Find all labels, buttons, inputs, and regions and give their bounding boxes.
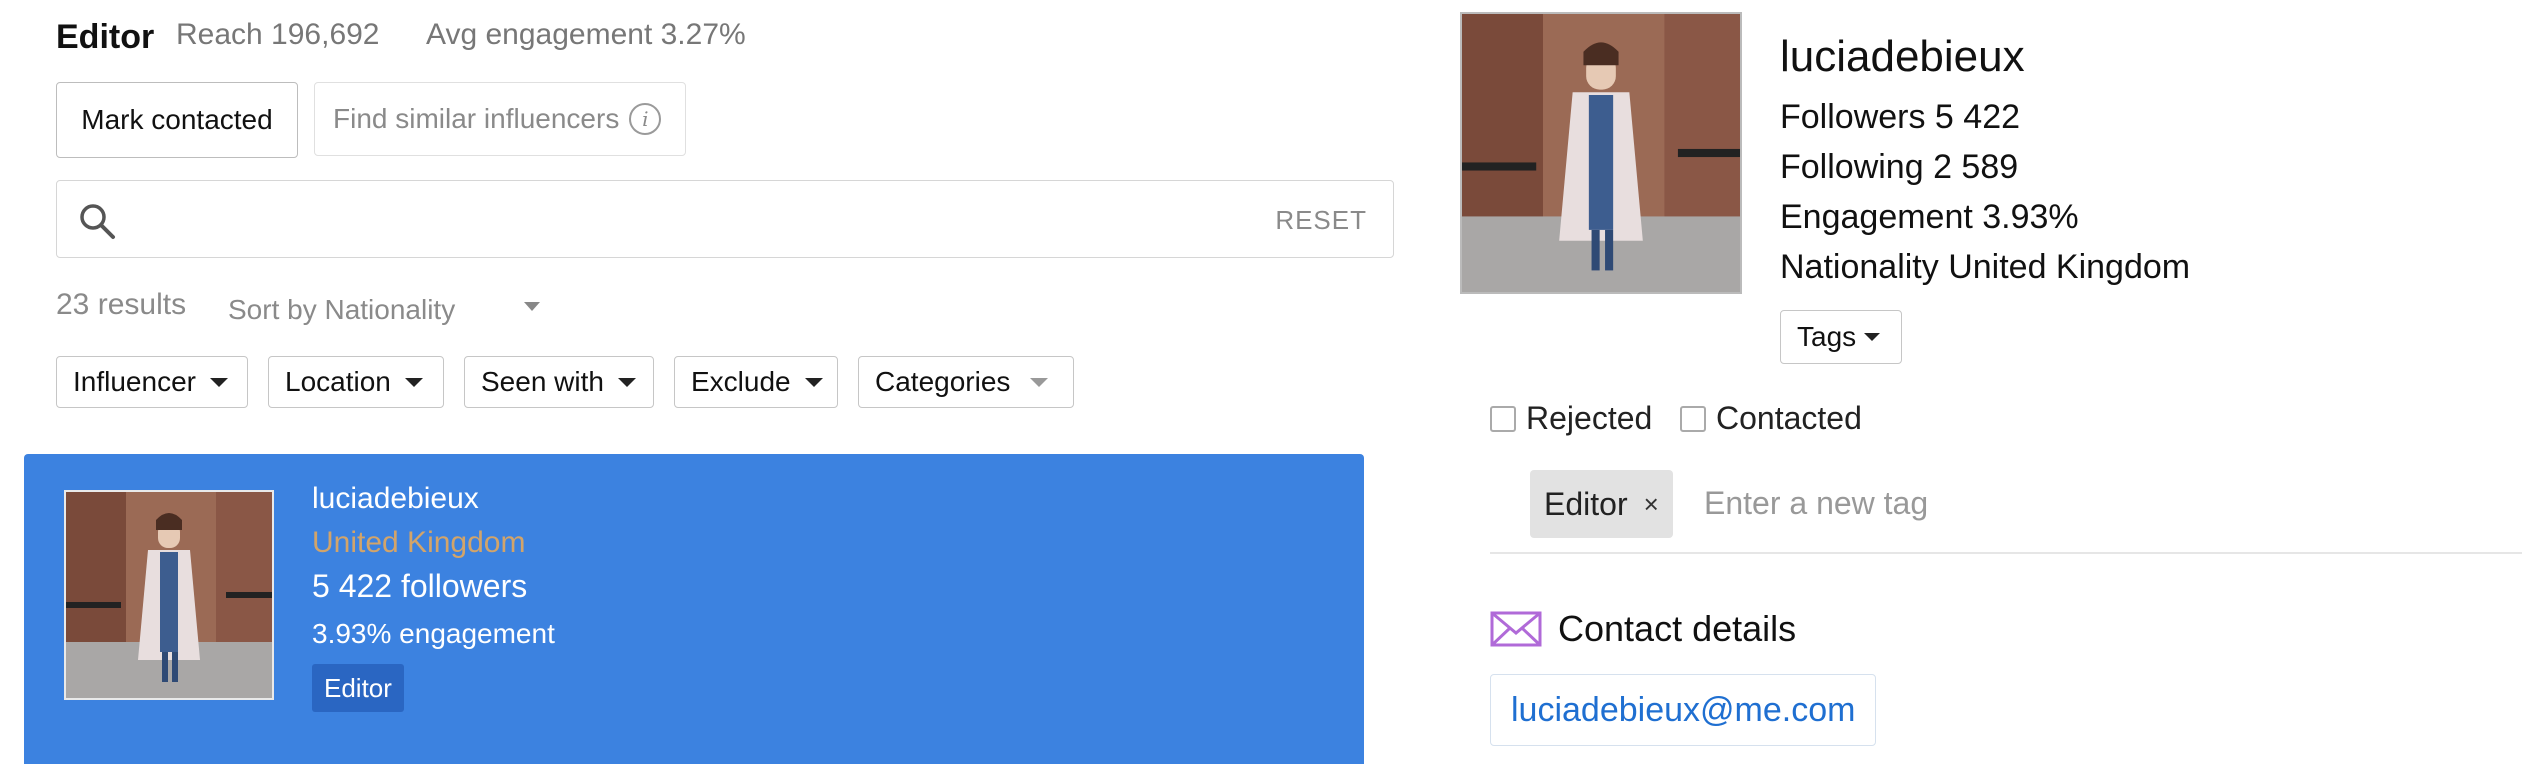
find-similar-label: Find similar influencers — [333, 103, 620, 134]
caret-down-icon — [524, 302, 540, 311]
results-count: 23 results — [56, 288, 187, 321]
sort-select[interactable]: Sort by Nationality — [228, 290, 548, 330]
caret-down-icon — [617, 377, 636, 387]
contact-details-title: Contact details — [1558, 608, 1797, 649]
influencer-photo — [64, 490, 274, 700]
caret-down-icon — [404, 377, 423, 387]
filter-location[interactable]: Location — [268, 356, 444, 408]
search-input[interactable] — [135, 191, 1239, 249]
card-followers: 5 422 followers — [312, 568, 528, 604]
profile-followers: Followers 5 422 — [1780, 98, 2021, 136]
filter-exclude[interactable]: Exclude — [674, 356, 838, 408]
influencer-dashboard: Editor Reach 196,692 Avg engagement 3.27… — [0, 0, 2522, 764]
find-similar-influencers-button[interactable]: Find similar influencers i — [314, 82, 686, 156]
contact-details-heading: Contact details — [1490, 608, 1796, 650]
profile-engagement: Engagement 3.93% — [1780, 198, 2079, 236]
tags-label: Tags — [1797, 321, 1857, 352]
divider — [1490, 552, 2522, 554]
profile-following: Following 2 589 — [1780, 148, 2019, 186]
card-country: United Kingdom — [312, 526, 526, 559]
reach-stat: Reach 196,692 — [176, 18, 380, 51]
info-icon[interactable]: i — [629, 103, 662, 135]
profile-photo — [1460, 12, 1742, 294]
tag-chip-editor: Editor × — [1530, 470, 1673, 538]
search-bar: RESET — [56, 180, 1394, 258]
profile-photo-image — [1462, 14, 1740, 292]
filter-label: Seen with — [481, 366, 604, 397]
sort-label: Sort by Nationality — [228, 294, 456, 325]
contacted-checkbox-row[interactable]: Contacted — [1680, 400, 1862, 437]
mail-icon — [1490, 611, 1542, 647]
card-engagement: 3.93% engagement — [312, 618, 555, 649]
filter-label: Exclude — [691, 366, 791, 397]
filter-influencer[interactable]: Influencer — [56, 356, 248, 408]
filter-seen-with[interactable]: Seen with — [464, 356, 654, 408]
rejected-checkbox[interactable] — [1490, 405, 1516, 432]
caret-down-icon — [1030, 377, 1049, 387]
filter-label: Categories — [875, 366, 1011, 397]
profile-username: luciadebieux — [1780, 32, 2025, 81]
caret-down-icon — [1864, 333, 1881, 341]
contacted-label: Contacted — [1716, 400, 1862, 436]
caret-down-icon — [209, 377, 228, 387]
search-icon — [80, 204, 115, 239]
rejected-label: Rejected — [1526, 400, 1653, 436]
new-tag-input[interactable] — [1702, 476, 2206, 530]
mark-contacted-button[interactable]: Mark contacted — [56, 82, 298, 158]
card-username[interactable]: luciadebieux — [312, 482, 479, 516]
rejected-checkbox-row[interactable]: Rejected — [1490, 400, 1652, 437]
close-icon[interactable]: × — [1644, 489, 1659, 520]
filter-label: Location — [285, 366, 391, 397]
filter-label: Influencer — [73, 366, 196, 397]
card-tag-badge: Editor — [312, 664, 404, 712]
avg-engagement-stat: Avg engagement 3.27% — [426, 18, 746, 51]
caret-down-icon — [804, 377, 823, 387]
profile-nationality: Nationality United Kingdom — [1780, 248, 2191, 286]
tags-dropdown-button[interactable]: Tags — [1780, 310, 1902, 364]
influencer-photo-image — [66, 492, 272, 698]
contacted-checkbox[interactable] — [1680, 405, 1706, 432]
filter-categories[interactable]: Categories — [858, 356, 1074, 408]
email-link[interactable]: luciadebieux@me.com — [1490, 674, 1877, 746]
page-title: Editor — [56, 18, 155, 56]
result-card-selected[interactable]: luciadebieux United Kingdom 5 422 follow… — [24, 454, 1364, 764]
reset-button[interactable]: RESET — [1275, 205, 1367, 236]
tag-chip-label: Editor — [1544, 485, 1628, 522]
